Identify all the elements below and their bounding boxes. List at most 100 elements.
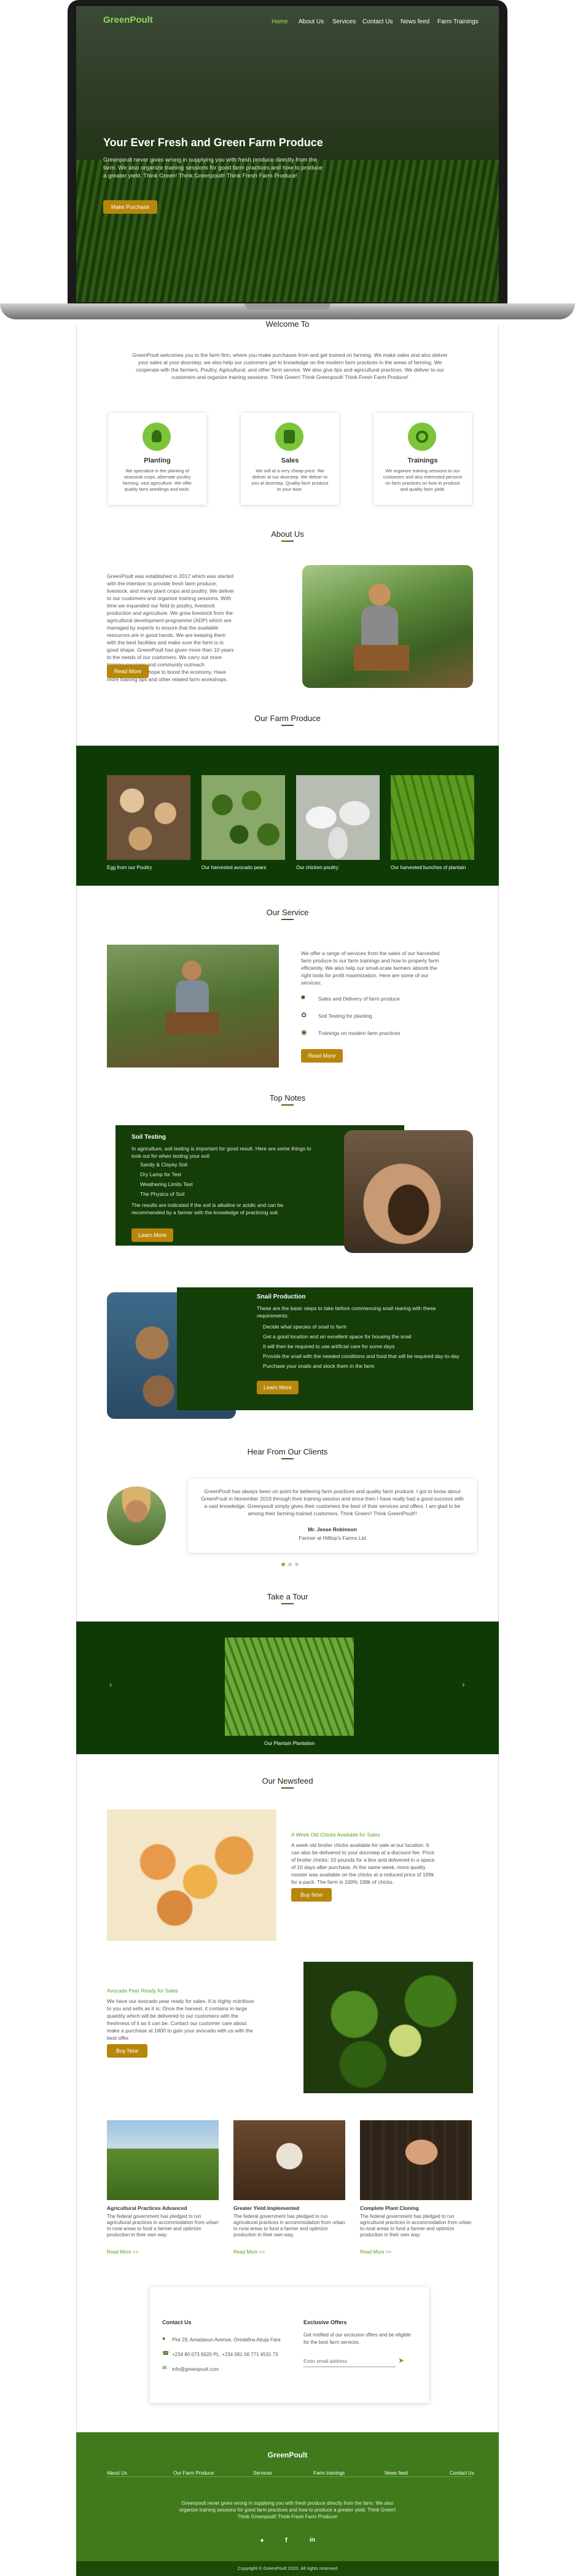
testimonial-card: GreenPoult has always been on point for … <box>188 1479 477 1553</box>
training-icon: ◉ <box>301 1029 307 1036</box>
soil-item: Dry Lamp for Test <box>140 1171 181 1177</box>
snail-item: Get a good location and an excellent spa… <box>263 1333 412 1340</box>
email-subscribe-input[interactable] <box>303 2356 396 2367</box>
hero-screen: GreenPoult Home About Us Services Contac… <box>76 6 499 302</box>
soil-item: The Physics of Soil <box>140 1191 185 1197</box>
card-text: We specialize in the planting of seasona… <box>122 468 192 492</box>
testimonial-text: GreenPoult has always been on point for … <box>201 1488 464 1516</box>
make-purchase-button[interactable]: Make Purchase <box>103 200 157 214</box>
nav-newsfeed[interactable]: News feed <box>401 18 429 25</box>
newsfeed-title: Our Newsfeed <box>262 1776 313 1786</box>
footer-link-about[interactable]: About Us <box>107 2470 127 2476</box>
welcome-text: GreenPoult welcomes you to the farm firm… <box>132 352 448 380</box>
footer-logo[interactable]: GreenPoult <box>0 2451 575 2459</box>
trainings-icon <box>408 423 436 451</box>
truck-icon: ■ <box>301 994 305 1001</box>
nav-logo[interactable]: GreenPoult <box>103 15 153 25</box>
footer-link-services[interactable]: Services <box>253 2470 272 2476</box>
soil-item: Sandy & Clayey Soil <box>140 1161 188 1168</box>
footer-link-contact[interactable]: Contact Us <box>450 2470 474 2476</box>
card-text: We organize training sessions to our cus… <box>383 468 463 492</box>
snail-item: Decide what species of snail to farm <box>263 1324 347 1330</box>
footer-link-produce[interactable]: Our Farm Produce <box>173 2470 214 2476</box>
laptop-notch <box>244 303 331 310</box>
produce-avocado-photo <box>201 775 285 860</box>
card-sales: Sales We sell at a very cheap price. We … <box>241 413 339 505</box>
service-item: Sales and Delivery of farm produce <box>318 996 400 1002</box>
title-underline <box>281 541 294 542</box>
card-title: Sales <box>281 457 299 464</box>
twitter-icon[interactable]: ✦ <box>259 2537 265 2545</box>
planting-icon <box>143 423 171 451</box>
soil-item: Weathering Limits Test <box>140 1181 193 1187</box>
news-card-title: Greater Yield Implemented <box>233 2205 300 2211</box>
carousel-dot-active[interactable] <box>281 1563 285 1566</box>
testimonial-title: Hear From Our Clients <box>247 1447 328 1456</box>
nav-trainings[interactable]: Farm Trainings <box>437 18 479 25</box>
news-card-text: The federal government has pledged to ru… <box>233 2214 345 2238</box>
soil-learn-more-button[interactable]: Learn More <box>131 1228 173 1242</box>
title-underline <box>281 919 294 920</box>
email-icon: ✉ <box>162 2365 167 2371</box>
sales-icon <box>275 423 303 451</box>
chevron-left-icon[interactable]: ‹ <box>109 1679 112 1689</box>
chicks-buy-now-button[interactable]: Buy Now <box>291 1888 332 1902</box>
produce-caption: Our harvested avocado pears <box>201 865 267 870</box>
client-role: Farmer at Hilltop's Farms Ltd <box>299 1535 366 1541</box>
contact-card: Contact Us ● Plot 29, Amadasun Avenue, O… <box>150 2287 429 2403</box>
nav-contact[interactable]: Contact Us <box>362 18 393 25</box>
laptop-mockup: GreenPoult Home About Us Services Contac… <box>0 0 575 326</box>
card-title: Trainings <box>407 457 438 464</box>
copyright-text: Copyright © GreenPoult 2020. All rights … <box>237 2566 338 2571</box>
produce-chicken-photo <box>296 775 380 860</box>
avocado-photo <box>303 1962 473 2093</box>
welcome-title: Welcome To <box>265 319 310 329</box>
contact-phone: +234 80 073 6020 PL, +234 081 08 771 453… <box>172 2352 278 2357</box>
footer-link-trainings[interactable]: Farm trainings <box>313 2470 345 2476</box>
news-text: A week old broiler chicks available for … <box>291 1842 435 1885</box>
service-read-more-button[interactable]: Read More <box>301 1049 343 1063</box>
avocado-buy-now-button[interactable]: Buy Now <box>107 2044 147 2058</box>
carousel-dot[interactable] <box>295 1563 299 1566</box>
facebook-icon[interactable]: f <box>285 2537 288 2544</box>
soil-hands-photo <box>344 1130 473 1253</box>
nav-about[interactable]: About Us <box>299 18 324 25</box>
linkedin-icon[interactable]: in <box>310 2537 315 2543</box>
about-read-more-button[interactable]: Read More <box>107 665 149 678</box>
title-underline <box>281 1458 294 1459</box>
crop-rows <box>76 160 499 302</box>
news-card-photo <box>107 2120 219 2200</box>
chicks-photo <box>107 1809 276 1941</box>
news-card-title: Complete Plant Cloning <box>360 2205 419 2211</box>
title-underline <box>281 1603 294 1604</box>
hero-title: Your Ever Fresh and Green Farm Produce <box>103 136 323 149</box>
snail-production-panel: Snail Production These are the basic ste… <box>177 1287 473 1410</box>
carousel-dot[interactable] <box>288 1563 292 1566</box>
card-trainings: Trainings We organize training sessions … <box>374 413 472 505</box>
footer-text: Greenpoult never gives wrong in supplyin… <box>179 2500 396 2519</box>
chevron-right-icon[interactable]: › <box>462 1679 465 1689</box>
offers-title: Exclusive Offers <box>303 2319 347 2325</box>
news-card-read-more[interactable]: Read More >> <box>233 2249 265 2255</box>
news-card-read-more[interactable]: Read More >> <box>107 2249 138 2255</box>
send-icon[interactable]: ➤ <box>398 2356 404 2365</box>
card-title: Planting <box>144 457 171 464</box>
service-text: We offer a range of services from the sa… <box>301 950 440 986</box>
nav-home[interactable]: Home <box>272 18 288 25</box>
about-title: About Us <box>271 529 304 539</box>
phone-icon: ☎ <box>162 2350 170 2356</box>
snail-item: Purchase your snails and stock them in t… <box>263 1363 375 1369</box>
produce-caption: Our harvested bunches of plantain <box>391 865 466 870</box>
news-card-read-more[interactable]: Read More >> <box>360 2249 391 2255</box>
card-planting: Planting We specialize in the planting o… <box>108 413 206 505</box>
nav-services[interactable]: Services <box>332 18 356 25</box>
footer-link-newsfeed[interactable]: News feed <box>385 2470 408 2476</box>
client-name: Mr. Jesse Robinson <box>308 1526 357 1532</box>
news-text: We have our avocado pear ready for sales… <box>107 1998 254 2041</box>
title-underline <box>281 1787 294 1789</box>
snail-learn-more-button[interactable]: Learn More <box>257 1381 299 1394</box>
tour-caption: Our Plantain Plantation <box>264 1741 315 1746</box>
client-avatar <box>107 1486 166 1545</box>
news-card-text: The federal government has pledged to ru… <box>107 2214 219 2238</box>
produce-plantain-photo <box>391 775 474 860</box>
